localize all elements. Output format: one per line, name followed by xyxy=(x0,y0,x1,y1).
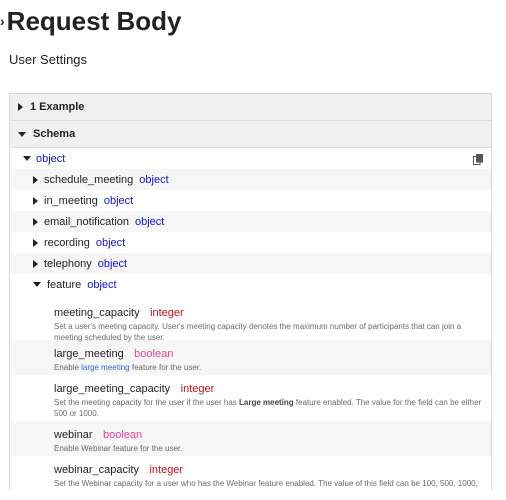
field-type: boolean xyxy=(134,348,174,360)
field-description: Enable Webinar feature for the user. xyxy=(54,444,183,453)
field-webinar-capacity: webinar_capacity integer Set the Webinar… xyxy=(10,456,491,490)
caret-right-icon xyxy=(33,238,38,247)
field-name: webinar_capacity xyxy=(54,464,139,476)
property-type: object xyxy=(97,257,128,270)
property-name: recording xyxy=(44,236,90,249)
field-large-meeting-capacity: large_meeting_capacity integer Set the m… xyxy=(10,375,491,421)
property-type: object xyxy=(95,236,126,249)
field-name: webinar xyxy=(54,429,93,441)
collapse-caret-icon[interactable]: › xyxy=(0,13,5,29)
examples-toggle[interactable]: 1 Example xyxy=(10,94,491,121)
root-type: object xyxy=(36,152,66,165)
caret-right-icon xyxy=(33,217,38,226)
field-type: integer xyxy=(150,307,184,319)
property-in-meeting[interactable]: in_meeting object xyxy=(10,190,491,211)
property-schedule-meeting[interactable]: schedule_meeting object xyxy=(10,169,491,190)
page-title-text: Request Body xyxy=(6,6,182,36)
property-name: in_meeting xyxy=(44,194,98,207)
property-name: email_notification xyxy=(44,215,129,228)
field-description: Enable large meeting feature for the use… xyxy=(54,363,202,372)
caret-right-icon xyxy=(18,103,23,111)
caret-down-icon xyxy=(33,282,41,287)
field-type: boolean xyxy=(102,429,143,441)
property-type: object xyxy=(103,194,134,207)
request-body-panel: 1 Example Schema object schedule_meeting… xyxy=(9,93,492,490)
property-name: telephony xyxy=(44,257,92,270)
property-telephony[interactable]: telephony object xyxy=(10,253,491,274)
caret-down-icon xyxy=(18,131,26,137)
field-description: Set the Webinar capacity for a user who … xyxy=(54,479,478,488)
property-email-notification[interactable]: email_notification object xyxy=(10,211,491,232)
schema-label: Schema xyxy=(33,128,76,140)
property-recording[interactable]: recording object xyxy=(10,232,491,253)
field-webinar: webinar boolean Enable Webinar feature f… xyxy=(10,421,491,456)
property-type: object xyxy=(139,173,169,186)
property-name: schedule_meeting xyxy=(44,173,134,186)
schema-root-toggle[interactable]: object xyxy=(10,148,491,169)
property-name: feature xyxy=(47,278,82,291)
field-name: large_meeting_capacity xyxy=(54,383,171,395)
large-meeting-link[interactable]: large meeting xyxy=(81,363,129,372)
schema-toggle[interactable]: Schema xyxy=(10,121,491,148)
copy-icon[interactable] xyxy=(473,154,483,165)
field-name: large_meeting xyxy=(54,348,124,360)
field-name: meeting_capacity xyxy=(54,307,140,319)
page-title: ›Request Body xyxy=(0,6,181,37)
caret-right-icon xyxy=(33,259,38,268)
caret-down-icon xyxy=(23,156,31,161)
property-type: object xyxy=(135,215,165,228)
field-meeting-capacity: meeting_capacity integer Set a user's me… xyxy=(10,295,491,342)
examples-label: 1 Example xyxy=(30,101,85,113)
property-type: object xyxy=(87,278,117,291)
property-feature[interactable]: feature object xyxy=(10,274,491,295)
field-type: integer xyxy=(180,383,215,395)
field-description: Set the meeting capacity for the user if… xyxy=(54,398,482,418)
field-large-meeting: large_meeting boolean Enable large meeti… xyxy=(10,340,491,375)
caret-right-icon xyxy=(33,196,38,205)
caret-right-icon xyxy=(33,175,38,184)
page-subtitle: User Settings xyxy=(9,52,88,67)
field-type: integer xyxy=(149,464,184,476)
schema-body: object schedule_meeting object in_meetin… xyxy=(10,148,491,490)
